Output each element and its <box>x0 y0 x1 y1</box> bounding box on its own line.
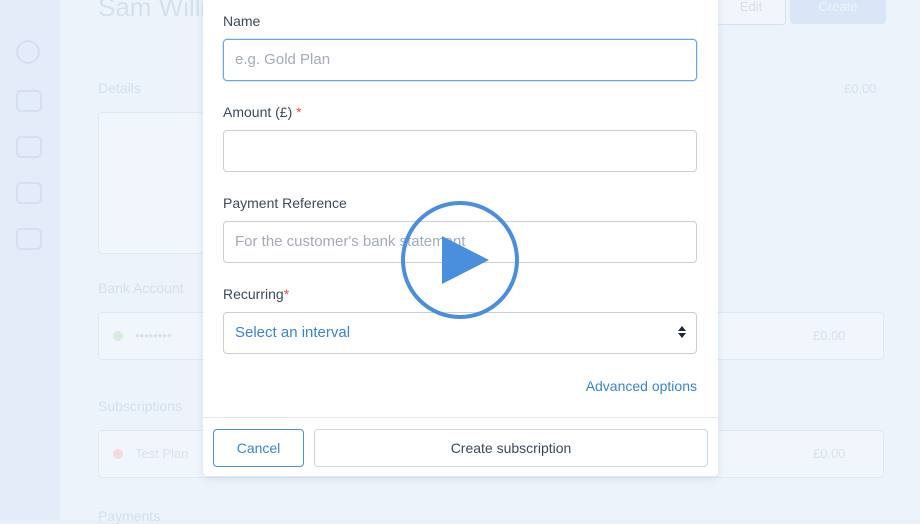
user-icon <box>16 136 42 158</box>
cancel-button[interactable]: Cancel <box>213 429 304 467</box>
amount-label-text: Amount (£) <box>223 104 293 120</box>
payment-reference-label: Payment Reference <box>223 195 347 211</box>
modal-footer: Cancel Create subscription <box>203 417 718 477</box>
details-card <box>98 112 204 254</box>
name-input[interactable]: e.g. Gold Plan <box>223 39 697 81</box>
status-dot <box>113 449 123 459</box>
recurring-label: Recurring* <box>223 286 289 302</box>
select-arrows-icon <box>678 326 686 338</box>
recurring-label-text: Recurring <box>223 286 284 302</box>
amount-input[interactable] <box>223 130 697 172</box>
bank-account-heading: Bank Account <box>98 280 184 296</box>
customer-title: Sam Willi <box>98 0 207 22</box>
subscription-name: Test Plan <box>135 446 189 461</box>
create-button: Create <box>790 0 886 24</box>
details-heading: Details <box>98 80 141 96</box>
name-label: Name <box>223 13 261 29</box>
create-subscription-button[interactable]: Create subscription <box>314 429 708 467</box>
money-icon <box>16 182 42 204</box>
amount-label: Amount (£) * <box>223 104 302 120</box>
details-value: £0.00 <box>844 81 877 96</box>
bank-account-number: •••••••• <box>135 328 172 343</box>
required-mark: * <box>296 104 302 120</box>
edit-button: Edit <box>716 0 786 25</box>
list-icon <box>16 90 42 112</box>
subscriptions-heading: Subscriptions <box>98 398 183 414</box>
play-icon[interactable] <box>400 200 520 320</box>
status-dot <box>113 331 123 341</box>
home-icon <box>16 40 40 64</box>
payments-heading: Payments <box>98 508 161 524</box>
required-mark: * <box>283 286 290 302</box>
background-sidebar <box>0 0 60 520</box>
recurring-selected-value: Select an interval <box>235 324 351 341</box>
advanced-options-link[interactable]: Advanced options <box>586 378 697 394</box>
card-icon <box>16 228 42 250</box>
subscription-value: £0.00 <box>813 446 846 461</box>
bank-account-value: £0.00 <box>813 328 846 343</box>
name-placeholder: e.g. Gold Plan <box>235 51 331 68</box>
